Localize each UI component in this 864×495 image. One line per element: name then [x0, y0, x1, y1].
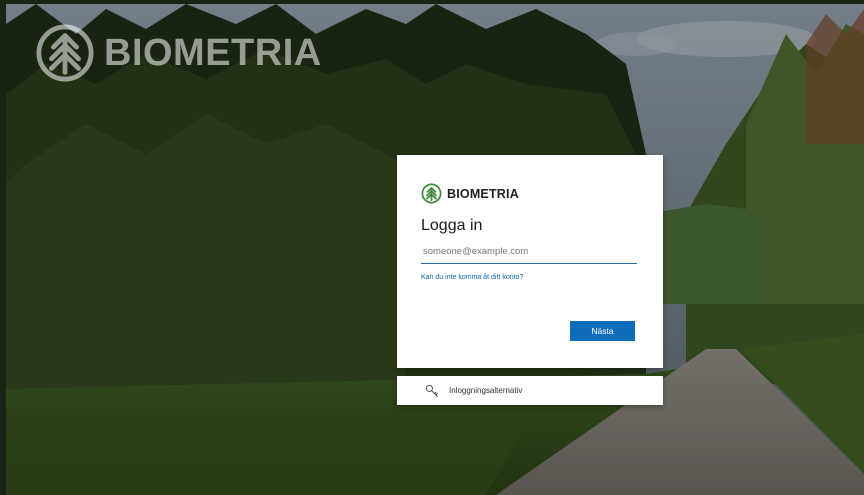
key-icon — [425, 384, 438, 397]
page-title: Logga in — [421, 217, 483, 234]
email-field[interactable] — [421, 241, 637, 264]
card-logo: BIOMETRIA — [421, 183, 519, 204]
sign-in-options-button[interactable]: Inloggningsalternativ — [397, 376, 663, 405]
biometria-tree-icon — [421, 183, 442, 204]
cant-access-account-link[interactable]: Kan du inte komma åt ditt konto? — [421, 274, 523, 281]
sign-in-options-label: Inloggningsalternativ — [449, 386, 523, 395]
background-logo-text: BIOMETRIA — [104, 31, 322, 74]
background-logo: BIOMETRIA — [36, 24, 322, 82]
next-button[interactable]: Nästa — [570, 321, 635, 341]
card-logo-text: BIOMETRIA — [447, 186, 519, 201]
login-card: BIOMETRIA Logga in Kan du inte komma åt … — [397, 155, 663, 368]
biometria-tree-icon — [36, 24, 94, 82]
